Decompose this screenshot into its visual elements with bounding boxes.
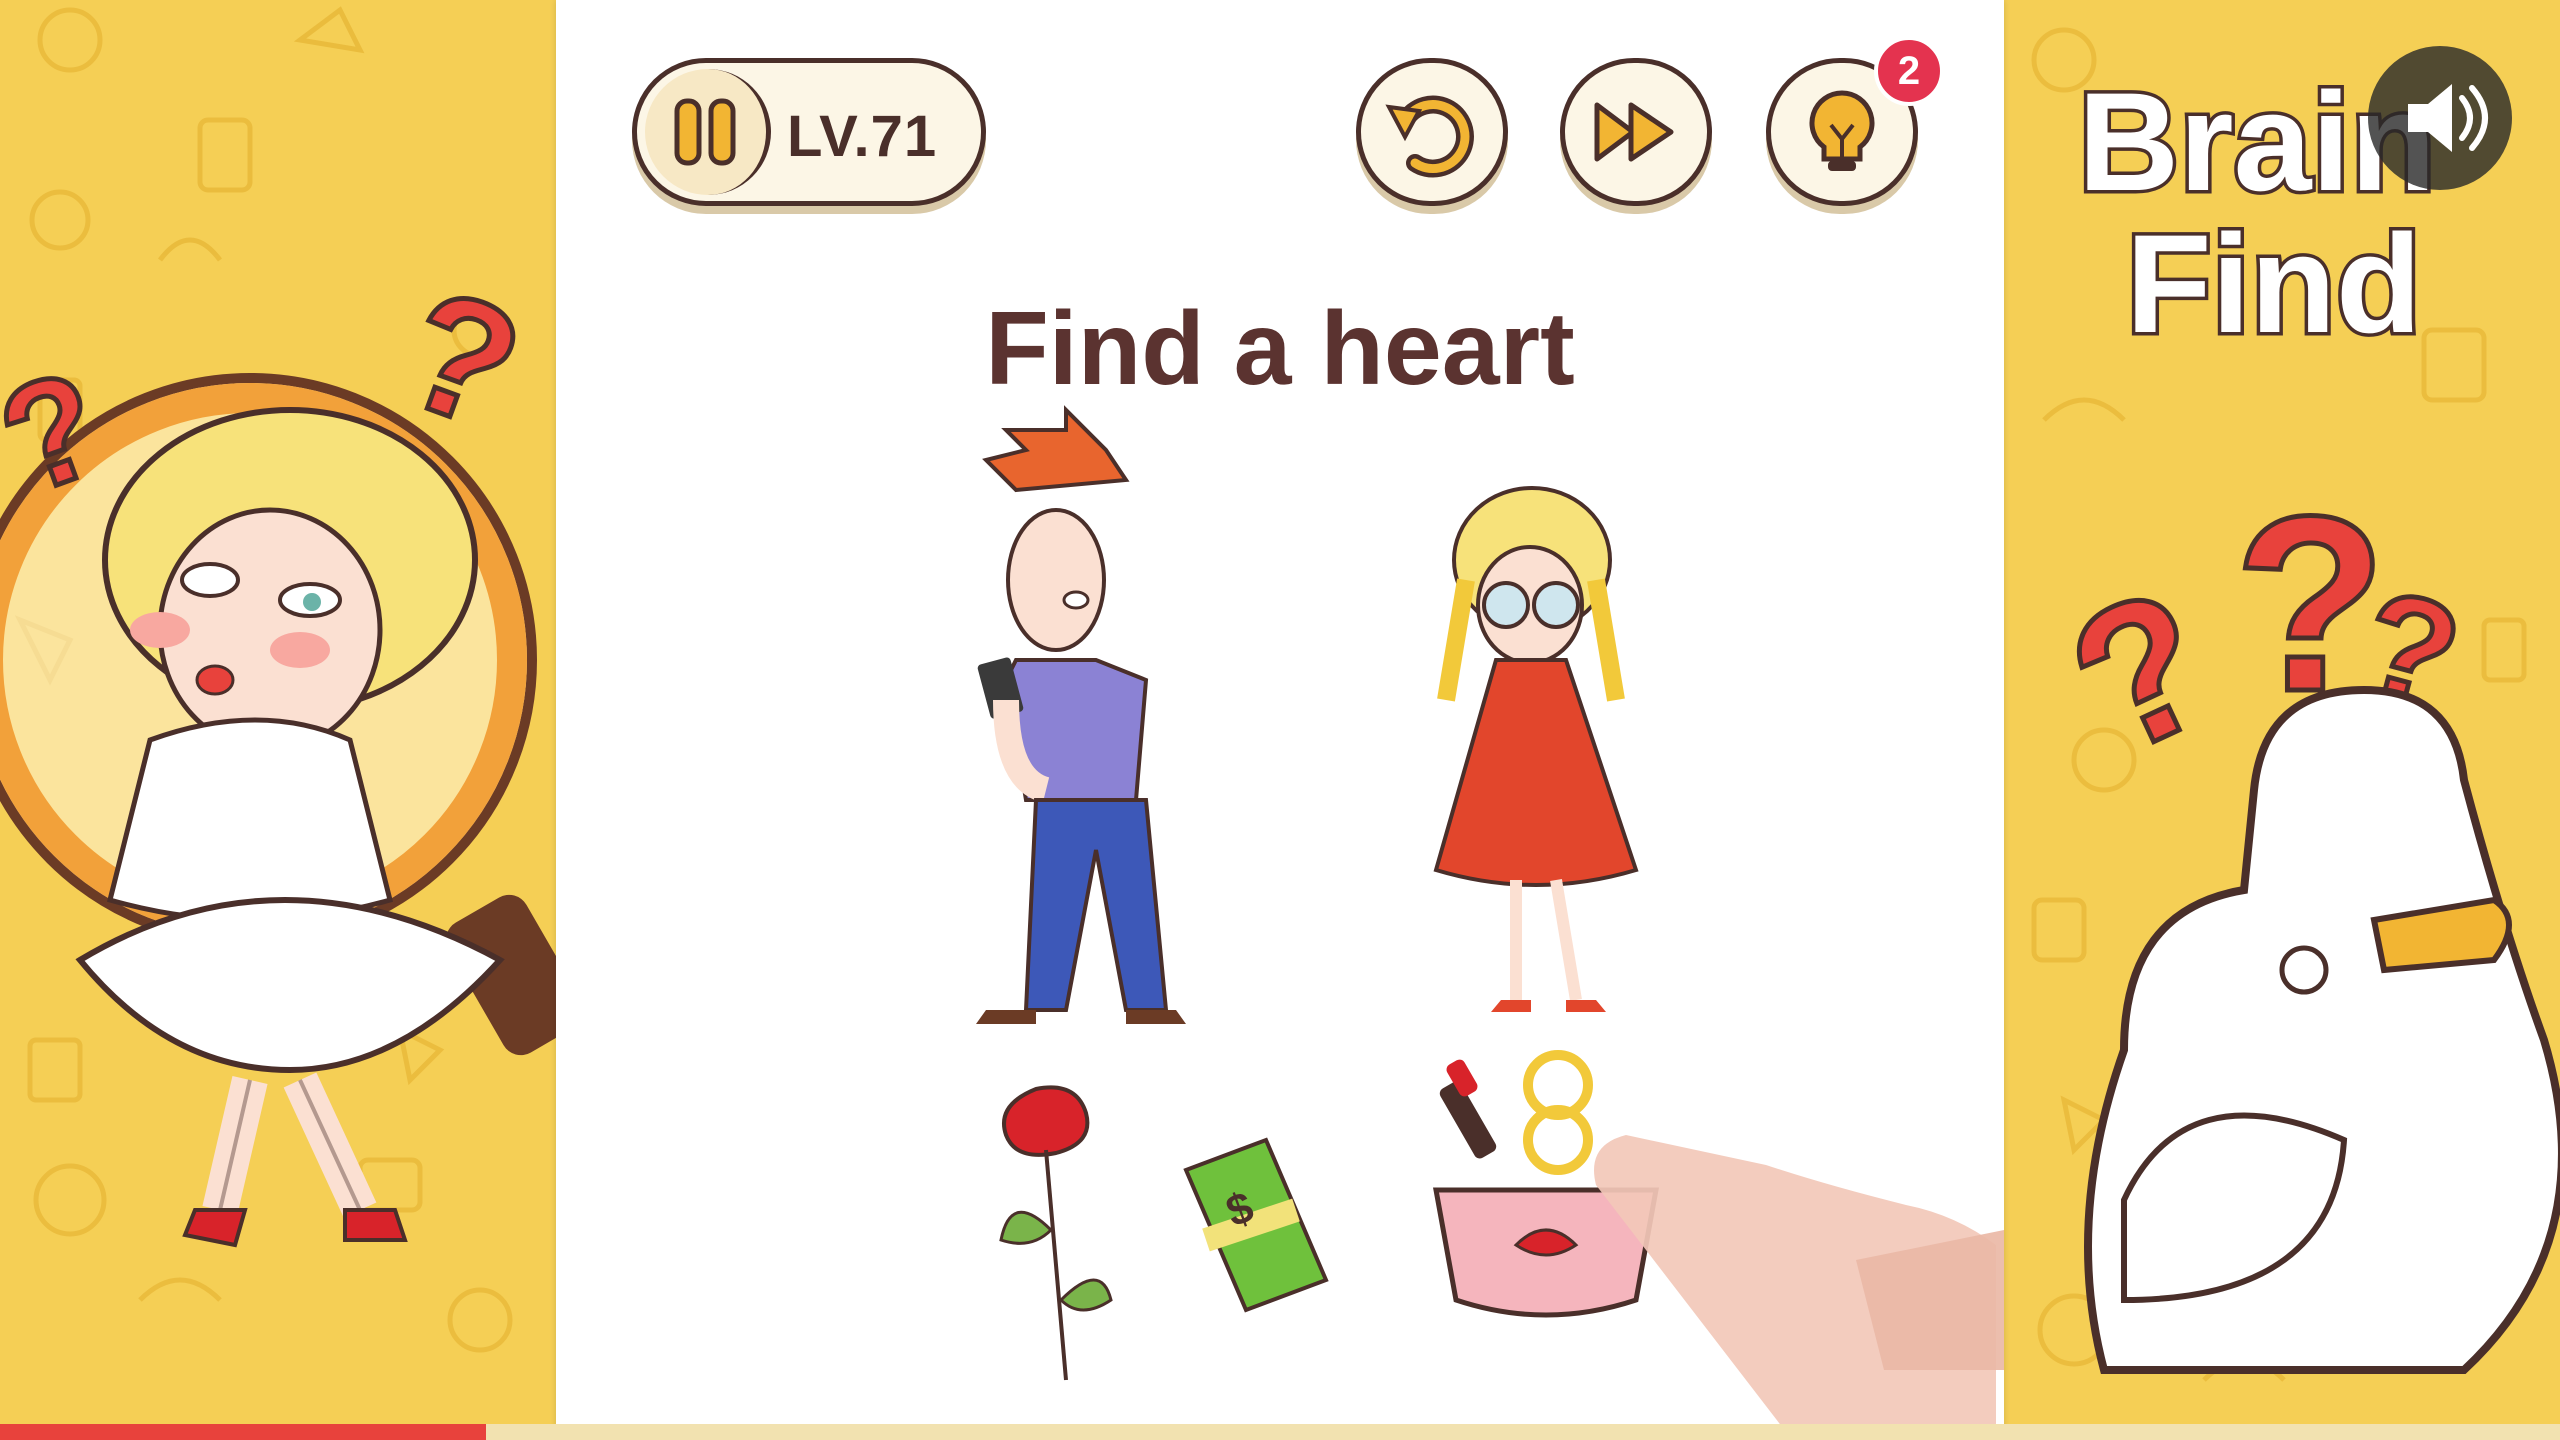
svg-text:?: ? xyxy=(2039,545,2244,799)
progress-track xyxy=(476,1424,2560,1440)
svg-text:?: ? xyxy=(380,252,543,466)
speaker-icon xyxy=(2408,84,2488,152)
game-board: LV.71 2 Find a heart $ xyxy=(556,0,2004,1440)
progress-bar xyxy=(0,1424,486,1440)
man-character[interactable] xyxy=(976,405,1186,1024)
pointing-hand xyxy=(1594,1135,2004,1440)
woman-character[interactable] xyxy=(1433,486,1639,1012)
sound-toggle-button[interactable] xyxy=(2368,46,2512,190)
money-item[interactable]: $ xyxy=(1183,1137,1329,1313)
duck-illustration xyxy=(2084,685,2560,1374)
svg-text:Find: Find xyxy=(2126,205,2421,362)
puzzle-scene: $ xyxy=(976,405,2004,1440)
left-decor-panel: ? ? xyxy=(0,0,556,1440)
rose-item[interactable] xyxy=(999,1085,1113,1381)
